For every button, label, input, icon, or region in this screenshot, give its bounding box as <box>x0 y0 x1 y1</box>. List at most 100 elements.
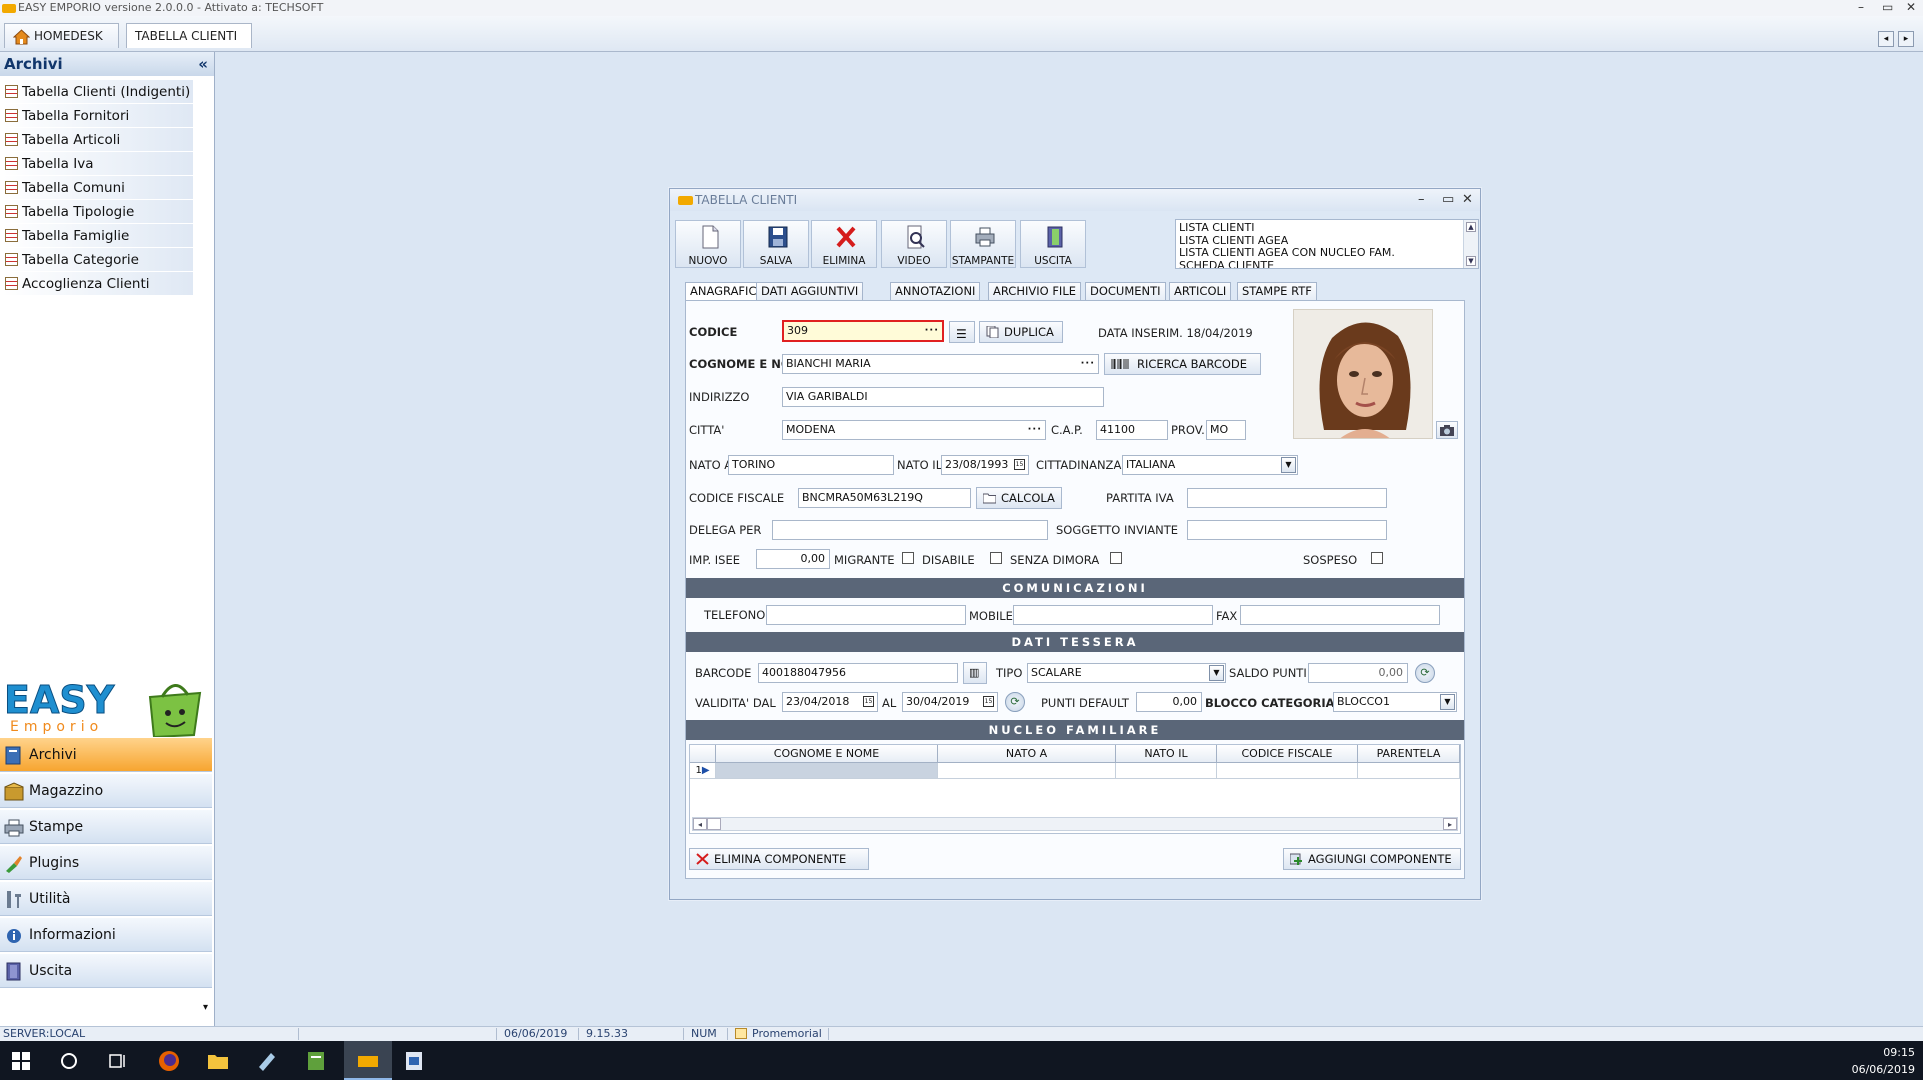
more-nav-chevron-icon[interactable]: ▾ <box>203 1002 208 1013</box>
citta-field[interactable]: MODENA ··· <box>782 420 1046 440</box>
taskbar-easy-emporio-active[interactable] <box>344 1041 392 1080</box>
indirizzo-field[interactable]: VIA GARIBALDI <box>782 387 1104 407</box>
sidebar-item-tabella-tipologie[interactable]: Tabella Tipologie <box>3 200 193 224</box>
grid-horizontal-scrollbar[interactable]: ◂ ▸ <box>692 817 1458 831</box>
report-item[interactable]: SCHEDA CLIENTE <box>1179 259 1460 268</box>
status-promemoria[interactable]: Promemorial <box>752 1027 822 1041</box>
elimina-button[interactable]: ELIMINA <box>811 220 877 268</box>
telefono-field[interactable] <box>766 605 966 625</box>
dialog-minimize-button[interactable]: – <box>1418 189 1425 211</box>
report-item[interactable]: LISTA CLIENTI AGEA CON NUCLEO FAM. <box>1179 246 1460 260</box>
camera-button[interactable] <box>1436 421 1458 439</box>
column-header-nato-a[interactable]: NATO A <box>938 745 1116 763</box>
table-row-cell[interactable] <box>1217 763 1358 779</box>
tab-homedesk[interactable]: HOMEDESK <box>4 23 119 48</box>
mobile-field[interactable] <box>1013 605 1213 625</box>
collapse-sidebar-icon[interactable]: « <box>198 52 208 76</box>
tab-tabella-clienti[interactable]: TABELLA CLIENTI × <box>126 23 252 68</box>
table-row-cell[interactable] <box>1358 763 1460 779</box>
tab-dati-aggiuntivi[interactable]: DATI AGGIUNTIVI <box>756 282 864 300</box>
report-list[interactable]: LISTA CLIENTI LISTA CLIENTI AGEA LISTA C… <box>1175 219 1479 269</box>
video-button[interactable]: VIDEO <box>881 220 947 268</box>
nav-stampe[interactable]: Stampe <box>0 809 212 844</box>
report-item[interactable]: LISTA CLIENTI <box>1179 221 1460 235</box>
column-header-parentela[interactable]: PARENTELA <box>1358 745 1460 763</box>
dialog-maximize-button[interactable]: ▭ <box>1442 189 1454 211</box>
salva-button[interactable]: SALVA <box>743 220 809 268</box>
nav-utilita[interactable]: Utilità <box>0 881 212 916</box>
scroll-left-icon[interactable]: ◂ <box>693 818 707 830</box>
scroll-tabs-right-icon[interactable]: ▸ <box>1898 31 1914 47</box>
minimize-button[interactable]: – <box>1858 0 1864 15</box>
refresh-saldo-button[interactable]: ⟳ <box>1415 663 1435 683</box>
chevron-down-icon[interactable]: ▼ <box>1209 665 1224 681</box>
notepad-app-icon[interactable] <box>256 1050 278 1072</box>
nato-a-field[interactable]: TORINO <box>728 455 894 475</box>
soggetto-inviante-field[interactable] <box>1187 520 1387 540</box>
duplica-button[interactable]: DUPLICA <box>979 321 1063 343</box>
windows-start-icon[interactable] <box>12 1052 30 1070</box>
sidebar-item-tabella-iva[interactable]: Tabella Iva <box>3 152 193 176</box>
sidebar-item-tabella-fornitori[interactable]: Tabella Fornitori <box>3 104 193 128</box>
fax-field[interactable] <box>1240 605 1440 625</box>
scroll-down-icon[interactable]: ▼ <box>1466 256 1476 266</box>
cittadinanza-select[interactable]: ITALIANA ▼ <box>1122 455 1298 475</box>
blocco-categoria-select[interactable]: BLOCCO1 ▼ <box>1333 692 1457 712</box>
close-button[interactable]: ✕ <box>1906 0 1916 15</box>
sidebar-item-tabella-famiglie[interactable]: Tabella Famiglie <box>3 224 193 248</box>
uscita-button[interactable]: USCITA <box>1020 220 1086 268</box>
nav-magazzino[interactable]: Magazzino <box>0 773 212 808</box>
barcode-field[interactable]: 400188047956 <box>758 663 958 683</box>
barcode-reader-button[interactable]: ▥ <box>963 662 987 684</box>
punti-default-field[interactable]: 0,00 <box>1136 692 1202 712</box>
calendar-icon[interactable]: 15 <box>863 696 874 707</box>
cognome-nome-field[interactable]: BIANCHI MARIA ··· <box>782 354 1099 374</box>
sospeso-checkbox[interactable] <box>1371 552 1383 564</box>
form-app-icon[interactable] <box>403 1050 425 1072</box>
imp-isee-field[interactable]: 0,00 <box>756 549 830 569</box>
sidebar-item-tabella-categorie[interactable]: Tabella Categorie <box>3 248 193 272</box>
calendar-icon[interactable]: 15 <box>1014 459 1025 470</box>
tab-articoli[interactable]: ARTICOLI <box>1169 282 1232 300</box>
lookup-ellipsis-icon[interactable]: ··· <box>1081 355 1095 373</box>
lookup-ellipsis-icon[interactable]: ··· <box>925 322 939 340</box>
lookup-ellipsis-icon[interactable]: ··· <box>1028 421 1042 439</box>
row-indicator[interactable]: 1▶ <box>690 763 716 779</box>
tab-stampe-rtf[interactable]: STAMPE RTF <box>1237 282 1317 300</box>
task-view-icon[interactable] <box>109 1052 127 1070</box>
scroll-up-icon[interactable]: ▲ <box>1466 222 1476 232</box>
saldo-punti-field[interactable]: 0,00 <box>1308 663 1408 683</box>
nucleo-familiare-grid[interactable]: COGNOME E NOME NATO A NATO IL CODICE FIS… <box>689 744 1461 834</box>
stampante-button[interactable]: STAMPANTE <box>950 220 1016 268</box>
nato-il-field[interactable]: 23/08/1993 15 <box>941 455 1029 475</box>
firefox-icon[interactable] <box>158 1050 180 1072</box>
nav-informazioni[interactable]: Informazioni <box>0 917 212 952</box>
nuovo-button[interactable]: NUOVO <box>675 220 741 268</box>
report-list-scrollbar[interactable]: ▲ ▼ <box>1463 220 1478 268</box>
senza-dimora-checkbox[interactable] <box>1110 552 1122 564</box>
table-row-cell[interactable] <box>1116 763 1217 779</box>
chevron-down-icon[interactable]: ▼ <box>1281 457 1296 473</box>
sidebar-item-tabella-clienti[interactable]: Tabella Clienti (Indigenti) <box>3 80 193 104</box>
partita-iva-field[interactable] <box>1187 488 1387 508</box>
sidebar-item-accoglienza-clienti[interactable]: Accoglienza Clienti <box>3 272 193 296</box>
list-button[interactable]: ☰ <box>949 321 975 343</box>
file-explorer-icon[interactable] <box>207 1050 229 1072</box>
sidebar-item-tabella-articoli[interactable]: Tabella Articoli <box>3 128 193 152</box>
nav-archivi[interactable]: Archivi <box>0 737 212 772</box>
scroll-tabs-left-icon[interactable]: ◂ <box>1878 31 1894 47</box>
sidebar-item-tabella-comuni[interactable]: Tabella Comuni <box>3 176 193 200</box>
codice-field[interactable]: 309 ··· <box>782 320 944 342</box>
tab-archivio-file[interactable]: ARCHIVIO FILE <box>988 282 1081 300</box>
editor-app-icon[interactable] <box>305 1050 327 1072</box>
dialog-close-button[interactable]: ✕ <box>1462 189 1473 211</box>
column-header-nato-il[interactable]: NATO IL <box>1116 745 1217 763</box>
migrante-checkbox[interactable] <box>902 552 914 564</box>
scroll-right-icon[interactable]: ▸ <box>1443 818 1457 830</box>
renew-validity-button[interactable]: ⟳ <box>1005 692 1025 712</box>
validita-dal-field[interactable]: 23/04/2018 15 <box>782 692 878 712</box>
ricerca-barcode-button[interactable]: RICERCA BARCODE <box>1104 353 1261 375</box>
column-header-codice-fiscale[interactable]: CODICE FISCALE <box>1217 745 1358 763</box>
nav-uscita[interactable]: Uscita <box>0 953 212 988</box>
table-row-cell[interactable] <box>938 763 1116 779</box>
